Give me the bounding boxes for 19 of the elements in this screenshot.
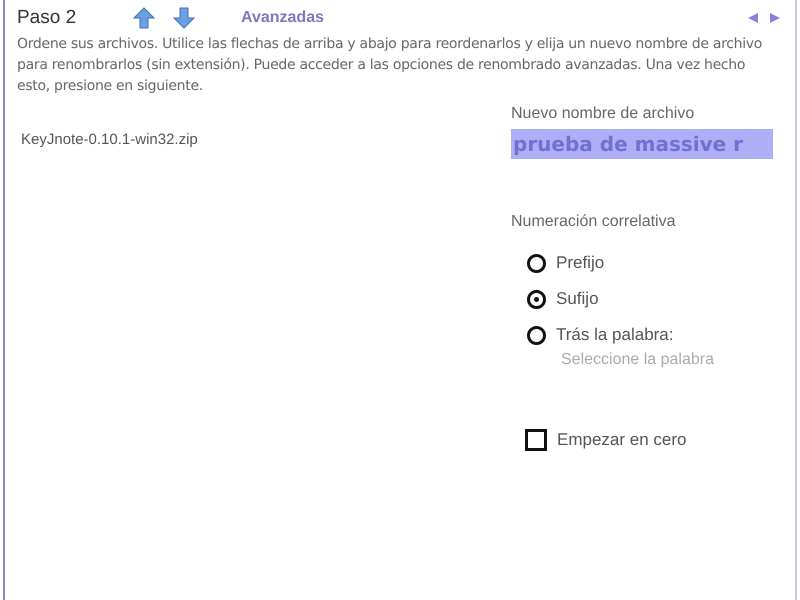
file-item[interactable]: KeyJnote-0.10.1-win32.zip: [21, 131, 198, 148]
radio-option[interactable]: Prefijo: [527, 251, 781, 275]
move-down-button[interactable]: [173, 7, 195, 29]
up-arrow-icon: [133, 7, 155, 29]
next-icon: [769, 12, 781, 24]
previous-button[interactable]: [747, 12, 759, 24]
previous-icon: [747, 12, 759, 24]
move-up-button[interactable]: [133, 7, 155, 29]
word-hint: Seleccione la palabra: [561, 351, 715, 369]
new-name-label: Nuevo nombre de archivo: [511, 105, 696, 123]
advanced-link[interactable]: Avanzadas: [241, 9, 324, 27]
start-zero-checkbox[interactable]: Empezar en cero: [525, 429, 781, 451]
radio-option[interactable]: Sufijo: [527, 287, 781, 311]
next-button[interactable]: [769, 12, 781, 24]
numbering-label: Numeración correlativa: [511, 213, 677, 231]
step-title: Paso 2: [17, 7, 78, 29]
down-arrow-icon: [173, 7, 195, 29]
radio-option[interactable]: Trás la palabra:: [527, 323, 781, 347]
instructions-text: Ordene sus archivos. Utilice las flechas de arriba y abajo para reordenarlos y elija un nuevo nombre de archivo para renombrarlos (sin extensión). Puede acceder a las opciones de renombrado avanzadas. Una vez hecho esto, presione en siguiente.: [17, 35, 764, 96]
